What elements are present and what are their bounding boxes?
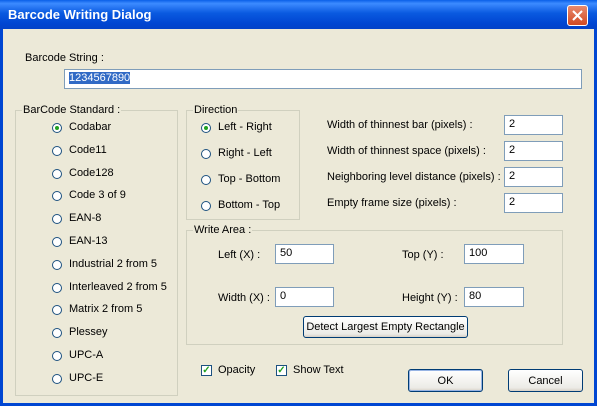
width-x-input[interactable]: 0 xyxy=(275,287,334,307)
height-y-label: Height (Y) : xyxy=(402,292,458,304)
direction-option-label: Right - Left xyxy=(218,147,272,159)
standard-option-label: Code11 xyxy=(69,143,107,156)
direction-option-left-right[interactable]: Left - Right xyxy=(201,121,296,135)
standard-option-label: Plessey xyxy=(69,326,108,339)
radio-button[interactable] xyxy=(52,123,62,133)
param-input[interactable]: 2 xyxy=(504,115,563,135)
param-input[interactable]: 2 xyxy=(504,141,563,161)
show-text-checkbox[interactable]: ✓ xyxy=(276,365,287,376)
standard-option-upc-e[interactable]: UPC-E xyxy=(52,372,172,386)
standard-option-plessey[interactable]: Plessey xyxy=(52,326,172,340)
width-x-value: 0 xyxy=(280,290,287,302)
radio-button[interactable] xyxy=(52,259,62,270)
radio-button[interactable] xyxy=(52,373,62,384)
standard-option-ean-13[interactable]: EAN-13 xyxy=(52,235,172,249)
param-label: Width of thinnest bar (pixels) : xyxy=(327,119,473,131)
param-value: 2 xyxy=(509,118,516,130)
standard-option-label: UPC-A xyxy=(69,349,104,361)
direction-legend: Direction xyxy=(193,104,239,116)
param-label: Width of thinnest space (pixels) : xyxy=(327,145,486,157)
radio-button[interactable] xyxy=(201,175,211,185)
standard-option-label: UPC-E xyxy=(69,371,104,384)
direction-option-bottom-top[interactable]: Bottom - Top xyxy=(201,199,296,213)
width-x-label: Width (X) : xyxy=(218,292,270,304)
height-y-input[interactable]: 80 xyxy=(464,287,524,307)
radio-button[interactable] xyxy=(52,305,62,316)
radio-button[interactable] xyxy=(201,123,211,133)
barcode-string-value: 1234567890 xyxy=(69,72,131,84)
standard-option-code128[interactable]: Code128 xyxy=(52,167,172,181)
top-y-label: Top (Y) : xyxy=(402,249,444,261)
radio-button[interactable] xyxy=(52,168,62,179)
close-button[interactable] xyxy=(567,5,588,26)
param-label: Empty frame size (pixels) : xyxy=(327,197,457,209)
radio-button[interactable] xyxy=(52,145,62,156)
param-value: 2 xyxy=(509,170,516,182)
radio-button[interactable] xyxy=(52,237,62,247)
param-label: Neighboring level distance (pixels) : xyxy=(327,171,501,183)
opacity-label: Opacity xyxy=(218,364,256,376)
barcode-string-label: Barcode String : xyxy=(25,52,104,64)
standard-option-label: EAN-8 xyxy=(69,212,102,225)
direction-option-label: Top - Bottom xyxy=(218,173,281,185)
barcode-standard-legend: BarCode Standard : xyxy=(22,104,122,116)
top-y-input[interactable]: 100 xyxy=(464,244,524,264)
standard-option-upc-a[interactable]: UPC-A xyxy=(52,349,172,363)
param-input[interactable]: 2 xyxy=(504,167,563,187)
left-x-label: Left (X) : xyxy=(218,249,261,261)
standard-option-label: EAN-13 xyxy=(69,235,108,247)
standard-option-interleaved-2-from-5[interactable]: Interleaved 2 from 5 xyxy=(52,281,172,295)
standard-option-label: Codabar xyxy=(69,121,112,133)
standard-option-codabar[interactable]: Codabar xyxy=(52,121,172,135)
radio-button[interactable] xyxy=(201,201,211,211)
standard-option-code-3-of-9[interactable]: Code 3 of 9 xyxy=(52,189,172,203)
left-x-value: 50 xyxy=(280,247,293,259)
check-icon: ✓ xyxy=(277,365,286,376)
radio-button[interactable] xyxy=(52,351,62,361)
standard-option-ean-8[interactable]: EAN-8 xyxy=(52,212,172,226)
standard-option-industrial-2-from-5[interactable]: Industrial 2 from 5 xyxy=(52,258,172,272)
window-title: Barcode Writing Dialog xyxy=(8,7,152,22)
radio-button[interactable] xyxy=(52,191,62,202)
check-icon: ✓ xyxy=(202,365,211,376)
direction-option-top-bottom[interactable]: Top - Bottom xyxy=(201,173,296,187)
close-icon xyxy=(572,10,583,21)
left-x-input[interactable]: 50 xyxy=(275,244,334,264)
write-area-legend: Write Area : xyxy=(193,224,253,236)
standard-option-label: Code128 xyxy=(69,166,114,179)
direction-option-label: Bottom - Top xyxy=(218,199,281,211)
opacity-checkbox[interactable]: ✓ xyxy=(201,365,212,376)
barcode-string-input[interactable]: 1234567890 xyxy=(64,69,582,89)
window-border-left xyxy=(0,29,3,406)
top-y-value: 100 xyxy=(469,247,488,259)
direction-option-label: Left - Right xyxy=(218,121,272,133)
direction-option-right-left[interactable]: Right - Left xyxy=(201,147,296,161)
standard-option-matrix-2-from-5[interactable]: Matrix 2 from 5 xyxy=(52,303,172,317)
title-bar: Barcode Writing Dialog xyxy=(0,0,597,29)
param-input[interactable]: 2 xyxy=(504,193,563,213)
height-y-value: 80 xyxy=(469,290,482,302)
radio-button[interactable] xyxy=(201,149,211,159)
radio-button[interactable] xyxy=(52,282,62,293)
radio-button[interactable] xyxy=(52,328,62,339)
standard-option-label: Code 3 of 9 xyxy=(69,189,126,202)
cancel-button[interactable]: Cancel xyxy=(508,369,583,392)
ok-button[interactable]: OK xyxy=(408,369,483,392)
standard-option-label: Matrix 2 from 5 xyxy=(69,303,143,316)
detect-largest-empty-rectangle-button[interactable]: Detect Largest Empty Rectangle xyxy=(303,316,468,338)
show-text-label: Show Text xyxy=(293,364,344,376)
param-value: 2 xyxy=(509,144,516,156)
param-value: 2 xyxy=(509,196,516,208)
radio-button[interactable] xyxy=(52,214,62,225)
standard-option-label: Industrial 2 from 5 xyxy=(69,257,158,270)
standard-option-code11[interactable]: Code11 xyxy=(52,144,172,158)
standard-option-label: Interleaved 2 from 5 xyxy=(69,280,167,293)
